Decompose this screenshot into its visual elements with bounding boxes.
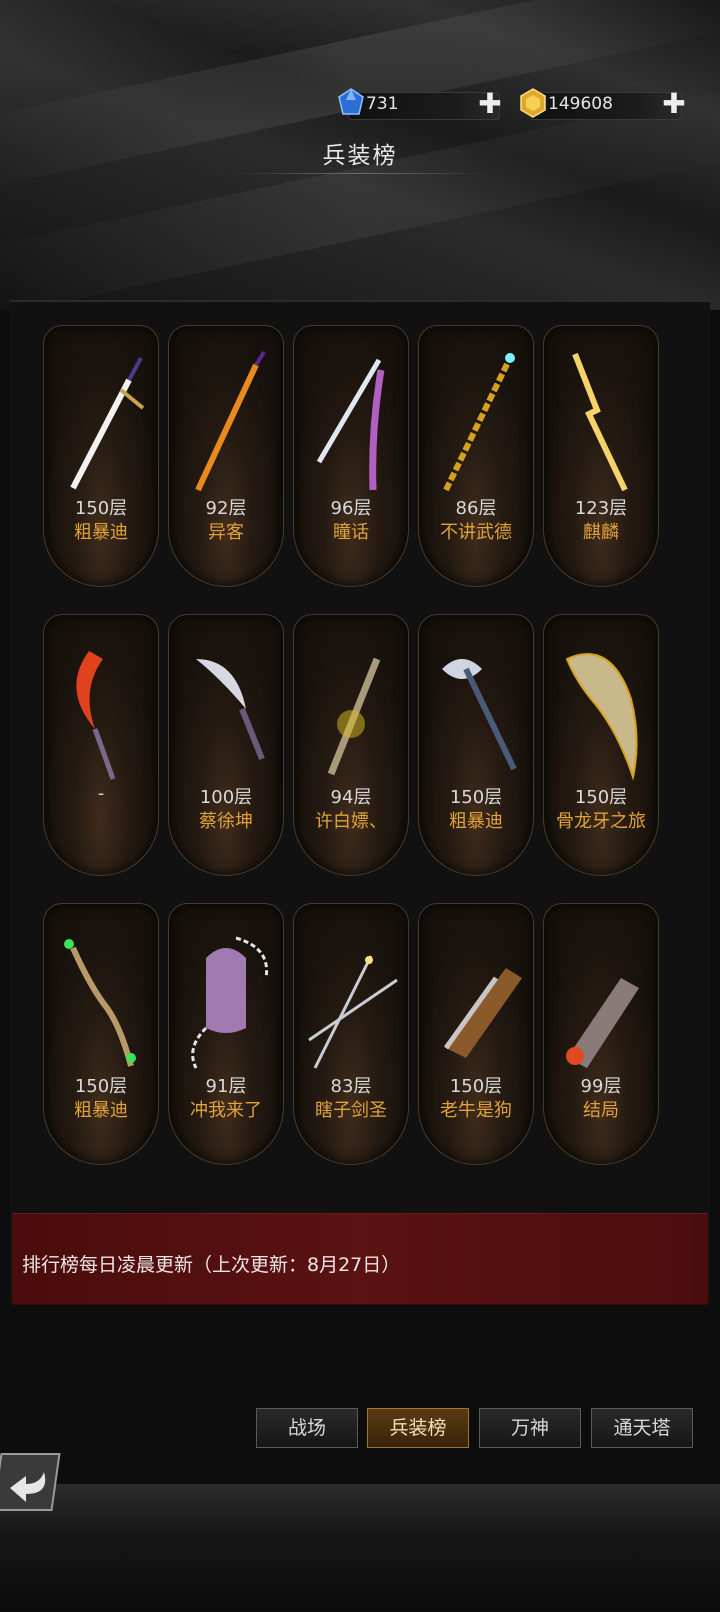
flame-blade-icon bbox=[195, 350, 266, 492]
back-arrow-icon[interactable] bbox=[0, 1450, 66, 1514]
weapon-card[interactable]: 150层 骨龙牙之旅 bbox=[543, 614, 659, 876]
battle-axe-icon bbox=[442, 659, 517, 771]
update-notice-text: 排行榜每日凌晨更新（上次更新：8月27日） bbox=[22, 1254, 401, 1276]
golden-staff-icon bbox=[443, 353, 515, 492]
blue-gem-icon bbox=[338, 88, 364, 115]
lightning-icon bbox=[572, 352, 628, 492]
weapon-card[interactable]: 92层 异客 bbox=[168, 325, 284, 587]
weapon-card[interactable]: 91层 冲我来了 bbox=[168, 903, 284, 1165]
tab-tower[interactable]: 通天塔 bbox=[591, 1408, 693, 1448]
weapon-card[interactable]: - bbox=[43, 614, 159, 876]
gold-amount: 149608 bbox=[548, 94, 613, 114]
title-divider bbox=[230, 173, 490, 174]
weapon-card[interactable]: 94层 许白嫖、 bbox=[293, 614, 409, 876]
bone-horn-icon bbox=[565, 653, 638, 781]
gem-amount: 731 bbox=[366, 94, 399, 114]
tab-battlefield[interactable]: 战场 bbox=[256, 1408, 358, 1448]
weapon-card[interactable]: 150层 粗暴迪 bbox=[43, 903, 159, 1165]
weapon-card[interactable]: 150层 粗暴迪 bbox=[43, 325, 159, 587]
curved-dagger-icon bbox=[196, 659, 265, 761]
weapon-card[interactable]: 150层 粗暴迪 bbox=[418, 614, 534, 876]
weapon-card[interactable]: 96层 瞳话 bbox=[293, 325, 409, 587]
bottom-bar bbox=[0, 1484, 720, 1612]
twin-rapier-icon bbox=[308, 955, 398, 1069]
flintlock-pistol-icon bbox=[443, 968, 522, 1058]
chain-gauntlet-icon bbox=[191, 936, 269, 1069]
tab-pantheon[interactable]: 万神 bbox=[479, 1408, 581, 1448]
weapon-card[interactable]: 150层 老牛是狗 bbox=[418, 903, 534, 1165]
gold-coin-icon bbox=[520, 88, 546, 118]
add-gold-button[interactable]: ✚ bbox=[662, 90, 686, 118]
add-gems-button[interactable]: ✚ bbox=[478, 90, 502, 118]
fire-sickle-icon bbox=[76, 651, 116, 780]
katana-icon bbox=[316, 358, 385, 491]
tab-weapon-ranking[interactable]: 兵装榜 bbox=[367, 1408, 469, 1448]
weapon-card[interactable]: 123层 麒麟 bbox=[543, 325, 659, 587]
weapon-card[interactable]: 83层 瞎子剑圣 bbox=[293, 903, 409, 1165]
weapon-card[interactable]: 100层 蔡徐坤 bbox=[168, 614, 284, 876]
spiked-blade-icon bbox=[327, 657, 381, 776]
branch-staff-icon bbox=[64, 939, 136, 1067]
page-title: 兵装榜 bbox=[322, 143, 398, 169]
weapon-card[interactable]: 99层 结局 bbox=[543, 903, 659, 1165]
sword-icon bbox=[70, 357, 145, 490]
hand-cannon-icon bbox=[566, 978, 639, 1068]
weapon-card[interactable]: 86层 不讲武德 bbox=[418, 325, 534, 587]
